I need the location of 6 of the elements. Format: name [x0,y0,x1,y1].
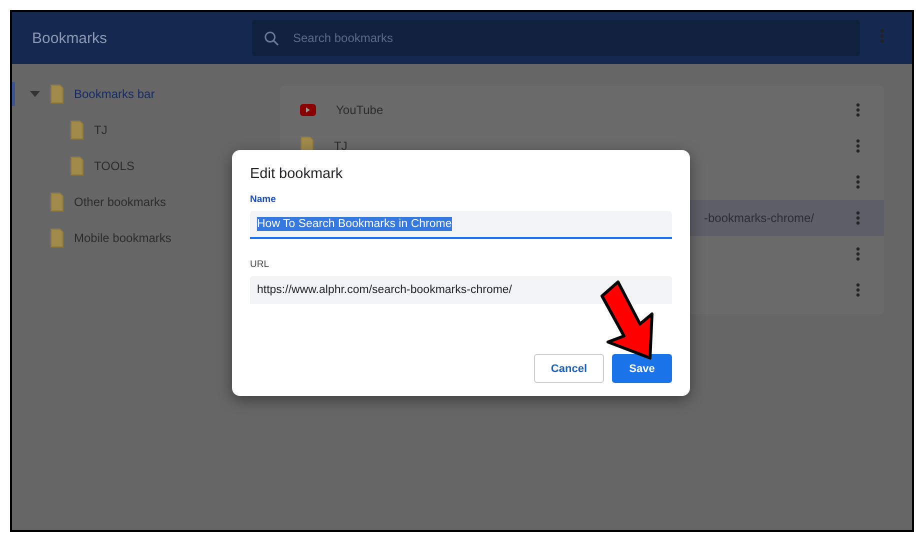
field-label: Name [250,194,277,205]
app-title: Bookmarks [32,30,108,46]
dialog-title: Edit bookmark [250,166,344,182]
field-label: URL [250,259,270,270]
bookmark-title: TJ [334,139,348,153]
bookmark-title: YouTube [336,103,384,117]
